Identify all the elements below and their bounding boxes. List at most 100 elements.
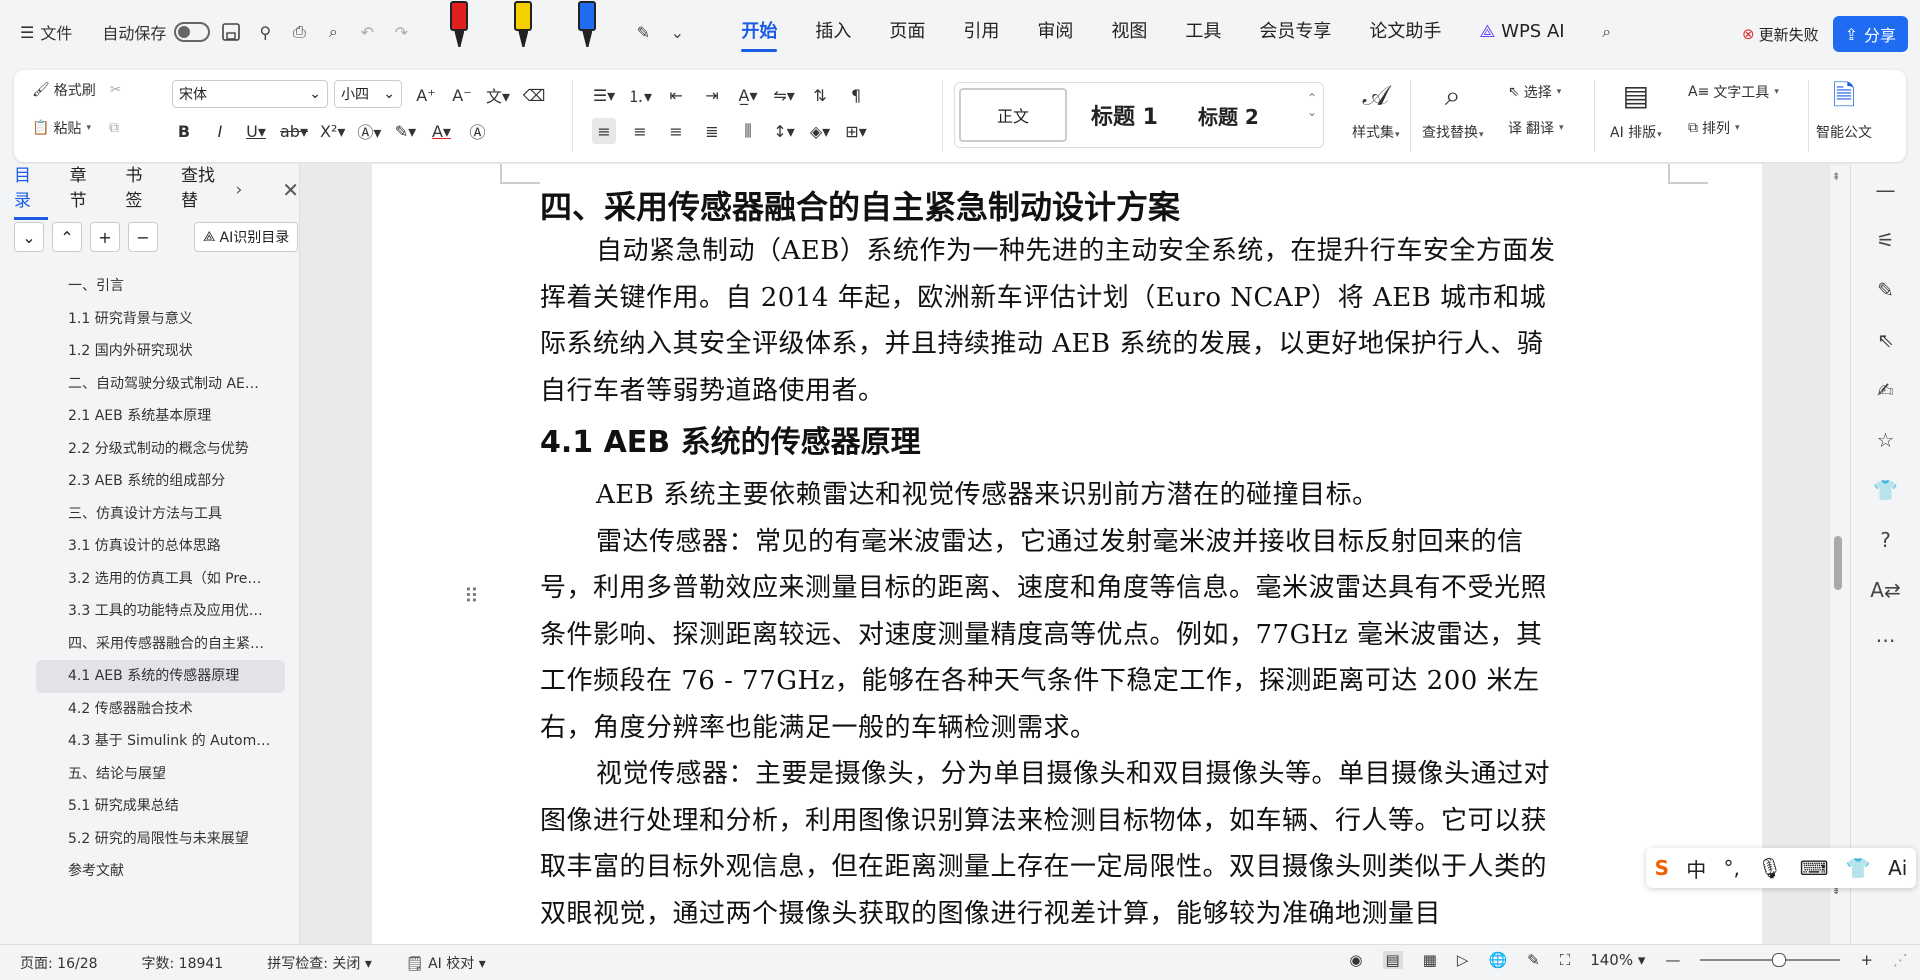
autosave-toggle[interactable] xyxy=(174,22,211,42)
zoom-level[interactable]: 140% ▾ xyxy=(1590,951,1645,969)
file-menu-button[interactable]: ☰ 文件 xyxy=(20,20,72,44)
shirt-icon[interactable]: 👕 xyxy=(1873,478,1898,502)
text-direction-icon[interactable]: ⇋▾ xyxy=(772,82,796,108)
ai-toc-button[interactable]: ⟁ AI识别目录 xyxy=(194,222,299,252)
save-icon[interactable] xyxy=(218,19,244,45)
align-left-icon[interactable]: ≡ xyxy=(592,118,616,144)
star-icon[interactable]: ☆ xyxy=(1877,428,1895,452)
style-heading-2[interactable]: 标题 2 xyxy=(1198,101,1259,130)
translate-icon[interactable]: A⇄ xyxy=(1870,578,1900,602)
redo-icon[interactable]: ↷ xyxy=(388,19,414,45)
more-icon[interactable]: ⋯ xyxy=(1876,628,1896,652)
superscript-icon[interactable]: X²▾ xyxy=(320,118,345,144)
pen-icon[interactable]: ✎ xyxy=(1877,278,1894,302)
paragraph[interactable]: AEB 系统主要依赖雷达和视觉传感器来识别前方潜在的碰撞目标。 xyxy=(540,472,1568,519)
eye-icon[interactable]: ◉ xyxy=(1349,951,1362,969)
outline-view-icon[interactable]: ▦ xyxy=(1423,951,1437,969)
fit-page-icon[interactable]: ⛶ xyxy=(1560,951,1571,969)
blue-highlighter-icon[interactable] xyxy=(570,1,604,57)
toc-item[interactable]: 2.3 AEB 系统的组成部分 xyxy=(36,465,285,498)
translate-button[interactable]: 译 翻译 ▾ xyxy=(1508,118,1564,138)
page-view-icon[interactable]: ▤ xyxy=(1382,951,1403,969)
vertical-scrollbar[interactable]: ⇞ ⇟ xyxy=(1830,164,1850,944)
italic-icon[interactable]: I xyxy=(208,118,232,144)
bullet-list-icon[interactable]: ☰▾ xyxy=(592,82,616,108)
tab-member[interactable]: 会员专享 xyxy=(1240,0,1350,64)
tab-wps-ai[interactable]: ⟁ WPS AI xyxy=(1460,0,1583,64)
autosave-control[interactable]: 自动保存 xyxy=(102,20,211,44)
find-replace-button[interactable]: ⌕ 查找替换▾ xyxy=(1422,76,1484,142)
spellcheck-status[interactable]: 拼写检查: 关闭 ▾ xyxy=(267,953,372,973)
underline-icon[interactable]: U▾ xyxy=(244,118,268,144)
undo-icon[interactable]: ↶ xyxy=(354,19,380,45)
punctuation-icon[interactable]: °, xyxy=(1724,856,1740,880)
nav-tab-chapters[interactable]: 章节 xyxy=(70,161,104,220)
pen-icon[interactable]: ✎ xyxy=(630,19,656,45)
toc-item[interactable]: 二、自动驾驶分级式制动 AE… xyxy=(36,368,285,401)
tab-view[interactable]: 视图 xyxy=(1092,0,1166,64)
style-normal[interactable]: 正文 xyxy=(959,88,1067,142)
toc-item[interactable]: 1.1 研究背景与意义 xyxy=(36,303,285,336)
smart-doc-button[interactable]: 🗎 智能公文 xyxy=(1816,76,1872,142)
search-icon[interactable]: ⌕ xyxy=(1594,19,1620,45)
add-icon[interactable]: + xyxy=(90,222,120,252)
toc-item[interactable]: 4.3 基于 Simulink 的 Autom… xyxy=(36,725,285,758)
ai-proofread-button[interactable]: 🗒 AI 校对 ▾ xyxy=(406,953,486,973)
keyboard-icon[interactable]: ⌨ xyxy=(1800,856,1829,880)
text-tools-button[interactable]: A≡ 文字工具 ▾ xyxy=(1688,82,1779,102)
numbered-list-icon[interactable]: ⒈▾ xyxy=(628,82,652,108)
toc-item[interactable]: 四、采用传感器融合的自主紧… xyxy=(36,628,285,661)
zoom-slider[interactable] xyxy=(1700,953,1841,967)
toc-item[interactable]: 5.1 研究成果总结 xyxy=(36,790,285,823)
paragraph[interactable]: 自动紧急制动（AEB）系统作为一种先进的主动安全系统，在提升行车安全方面发挥着关… xyxy=(540,228,1568,414)
update-status[interactable]: ⊗ 更新失败 xyxy=(1742,24,1819,45)
word-count[interactable]: 字数: 18941 xyxy=(142,953,224,973)
play-icon[interactable]: ▷ xyxy=(1457,951,1469,969)
align-right-icon[interactable]: ≡ xyxy=(664,118,688,144)
borders-icon[interactable]: ⊞▾ xyxy=(844,118,868,144)
font-color-icon[interactable]: A▾ xyxy=(429,118,453,144)
zoom-out-icon[interactable]: — xyxy=(1665,951,1680,969)
expand-down-icon[interactable]: ⌄ xyxy=(14,222,44,252)
toc-item[interactable]: 3.3 工具的功能特点及应用优… xyxy=(36,595,285,628)
toc-item[interactable]: 五、结论与展望 xyxy=(36,758,285,791)
font-size-select[interactable]: 小四 ⌄ xyxy=(334,80,402,108)
style-heading-1[interactable]: 标题 1 xyxy=(1091,99,1158,131)
scroll-thumb[interactable] xyxy=(1834,536,1842,590)
char-border-icon[interactable]: Ⓐ xyxy=(465,118,489,144)
nav-tab-find[interactable]: 查找替 xyxy=(181,161,231,220)
adjust-icon[interactable]: ⚟ xyxy=(1877,228,1895,252)
cut-icon[interactable]: ✂ xyxy=(110,82,122,98)
toc-item[interactable]: 3.1 仿真设计的总体思路 xyxy=(36,530,285,563)
paste-button[interactable]: 📋 粘贴 ▾ ⧉ xyxy=(32,118,119,138)
nav-tab-bookmarks[interactable]: 书签 xyxy=(125,161,159,220)
align-center-icon[interactable]: ≡ xyxy=(628,118,652,144)
toc-item[interactable]: 3.2 选用的仿真工具（如 Pre… xyxy=(36,563,285,596)
shrink-font-icon[interactable]: A⁻ xyxy=(450,82,474,108)
tab-tools[interactable]: 工具 xyxy=(1166,0,1240,64)
tab-paper-assistant[interactable]: 论文助手 xyxy=(1350,0,1460,64)
drag-handle-icon[interactable]: ⠿ xyxy=(464,584,479,608)
remove-icon[interactable]: − xyxy=(128,222,158,252)
ai-layout-button[interactable]: ▤ AI 排版▾ xyxy=(1610,76,1662,142)
ai-icon[interactable]: Ai xyxy=(1888,856,1907,880)
toc-item[interactable]: 5.2 研究的局限性与未来展望 xyxy=(36,823,285,856)
nav-tab-toc[interactable]: 目录 xyxy=(14,161,48,220)
justify-icon[interactable]: ≣ xyxy=(700,118,724,144)
arrange-button[interactable]: ⧉ 排列 ▾ xyxy=(1688,118,1740,138)
paragraph[interactable]: 雷达传感器：常见的有毫米波雷达，它通过发射毫米波并接收目标反射回来的信号，利用多… xyxy=(540,519,1568,752)
shading-icon[interactable]: ◈▾ xyxy=(808,118,832,144)
ai-write-icon[interactable]: ✍ xyxy=(1877,378,1894,402)
chevron-down-icon[interactable]: ⌄ xyxy=(664,19,690,45)
section-heading[interactable]: 四、采用传感器融合的自主紧急制动设计方案 xyxy=(540,186,1568,228)
share-button[interactable]: ⇪ 分享 xyxy=(1832,16,1908,52)
zoom-in-icon[interactable]: + xyxy=(1860,951,1873,969)
increase-indent-icon[interactable]: ⇥ xyxy=(700,82,724,108)
distribute-icon[interactable]: ⫼ xyxy=(736,118,760,144)
paragraph[interactable]: 视觉传感器：主要是摄像头，分为单目摄像头和双目摄像头等。单目摄像头通过对图像进行… xyxy=(540,751,1568,937)
highlight-icon[interactable]: ✎▾ xyxy=(393,118,417,144)
print-preview-icon[interactable]: ⌕ xyxy=(320,19,346,45)
toc-item[interactable]: 4.2 传感器融合技术 xyxy=(36,693,285,726)
skin-icon[interactable]: 👕 xyxy=(1846,856,1871,880)
font-name-select[interactable]: 宋体 ⌄ xyxy=(172,80,328,108)
